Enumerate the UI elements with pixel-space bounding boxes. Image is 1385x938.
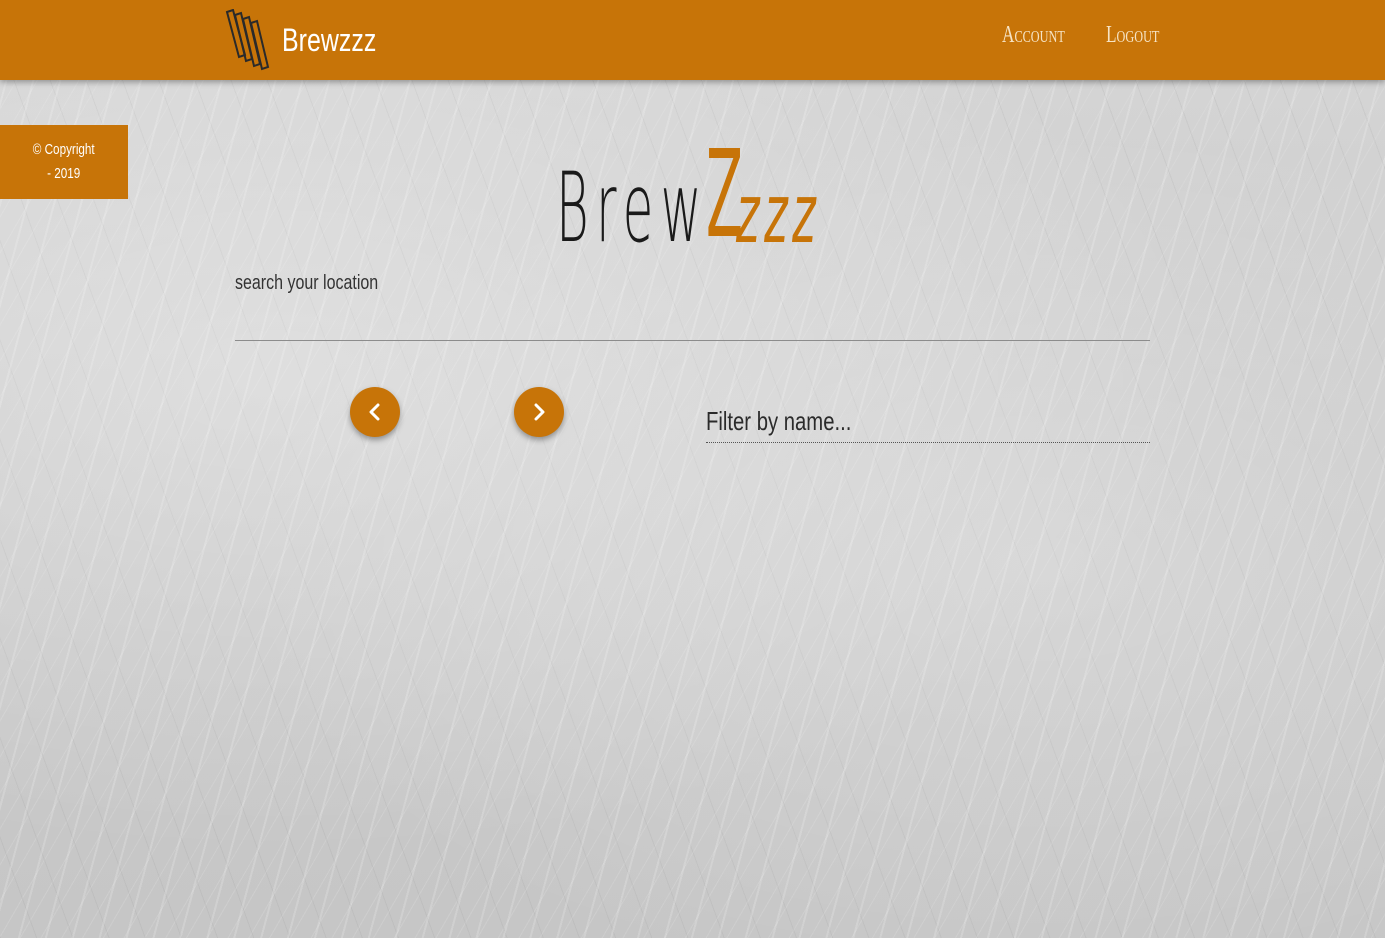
top-navbar: Brewzzz Account Logout xyxy=(0,0,1385,80)
location-search-input[interactable] xyxy=(235,300,1150,341)
nav-links: Account Logout xyxy=(1002,22,1176,49)
chevron-right-icon xyxy=(534,403,545,421)
hero-logo: Brew Z zzz xyxy=(556,126,826,265)
brand-name: Brewzzz xyxy=(282,21,377,58)
next-page-button[interactable] xyxy=(514,387,564,437)
location-label: search your location xyxy=(235,272,379,294)
brand[interactable]: Brewzzz xyxy=(224,8,403,72)
prev-page-button[interactable] xyxy=(350,387,400,437)
striped-logo-icon xyxy=(225,9,270,71)
copyright-line1: © Copyright xyxy=(33,141,95,158)
nav-link-account[interactable]: Account xyxy=(1002,22,1077,49)
chevron-left-icon xyxy=(369,403,380,421)
copyright-badge: © Copyright - 2019 xyxy=(0,125,128,199)
nav-link-logout[interactable]: Logout xyxy=(1106,22,1159,49)
filter-by-name-input[interactable] xyxy=(706,402,1150,443)
hero-logo-z: Z xyxy=(706,126,743,265)
hero-logo-zzz: zzz xyxy=(736,167,821,262)
hero-logo-brew: Brew xyxy=(556,152,709,264)
copyright-line2: - 2019 xyxy=(47,165,81,182)
